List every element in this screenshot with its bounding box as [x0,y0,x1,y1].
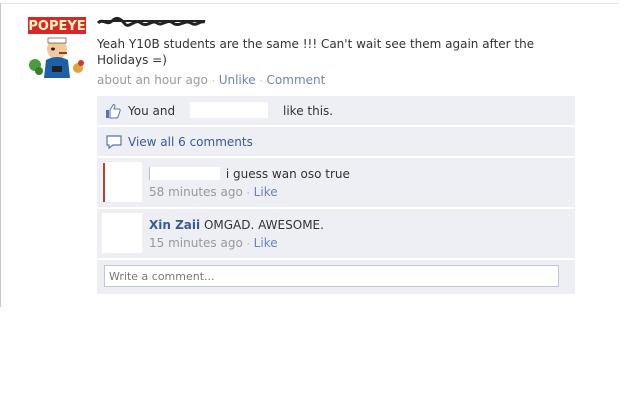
unlike-link[interactable]: Unlike [219,73,256,87]
post-meta: about an hour ago · Unlike · Comment [97,73,325,87]
comment-text: i guess wan oso true [225,167,350,181]
left-divider [0,3,1,307]
comment-body: i guess wan oso true [149,167,350,181]
comment-link[interactable]: Comment [267,73,326,87]
comment-meta: 58 minutes ago · Like [149,185,278,199]
comment-bubble-icon [106,135,122,149]
popeye-avatar-image: POPEYE [26,16,88,78]
thumbs-up-icon [106,104,121,119]
comment-like-link[interactable]: Like [254,185,278,199]
likes-suffix: like this. [283,104,334,118]
top-divider [0,3,618,4]
write-comment-input[interactable] [104,265,559,287]
meta-separator: · [259,77,263,87]
avatar-logo-text: POPEYE [28,19,85,34]
comment-text: OMGAD. AWESOME. [203,218,324,232]
avatar-edge-mark [103,163,105,202]
comment-meta: 15 minutes ago · Like [149,236,278,250]
meta-separator: · [246,240,250,250]
comment-item: Xin Zaii OMGAD. AWESOME. 15 minutes ago ·… [97,209,575,258]
feedback-section: You and like this. View all 6 comments i… [97,96,575,296]
post-author-name[interactable] [96,15,207,29]
comment-like-link[interactable]: Like [254,236,278,250]
meta-separator: · [211,77,215,87]
comment-body: Xin Zaii OMGAD. AWESOME. [149,218,324,232]
meta-separator: · [246,189,250,199]
avatar[interactable]: POPEYE [26,16,88,78]
post-message: Yeah Y10B students are the same !!! Can'… [97,37,535,67]
post-timestamp[interactable]: about an hour ago [97,73,208,87]
commenter-avatar[interactable] [102,162,142,202]
redacted-liker-name[interactable] [190,102,268,118]
view-all-comments-link[interactable]: View all 6 comments [128,135,253,149]
redacted-author-scribble [96,16,206,27]
comment-timestamp[interactable]: 58 minutes ago [149,185,243,199]
likes-prefix: You and [128,104,176,118]
commenter-avatar[interactable] [102,213,142,253]
view-all-comments-row: View all 6 comments [97,127,575,156]
commenter-name[interactable]: Xin Zaii [149,218,200,232]
likes-row: You and like this. [97,96,575,125]
comment-item: i guess wan oso true 58 minutes ago · Like [97,158,575,207]
comment-timestamp[interactable]: 15 minutes ago [149,236,243,250]
write-comment-row [97,260,575,294]
redacted-commenter-name[interactable] [149,167,220,180]
